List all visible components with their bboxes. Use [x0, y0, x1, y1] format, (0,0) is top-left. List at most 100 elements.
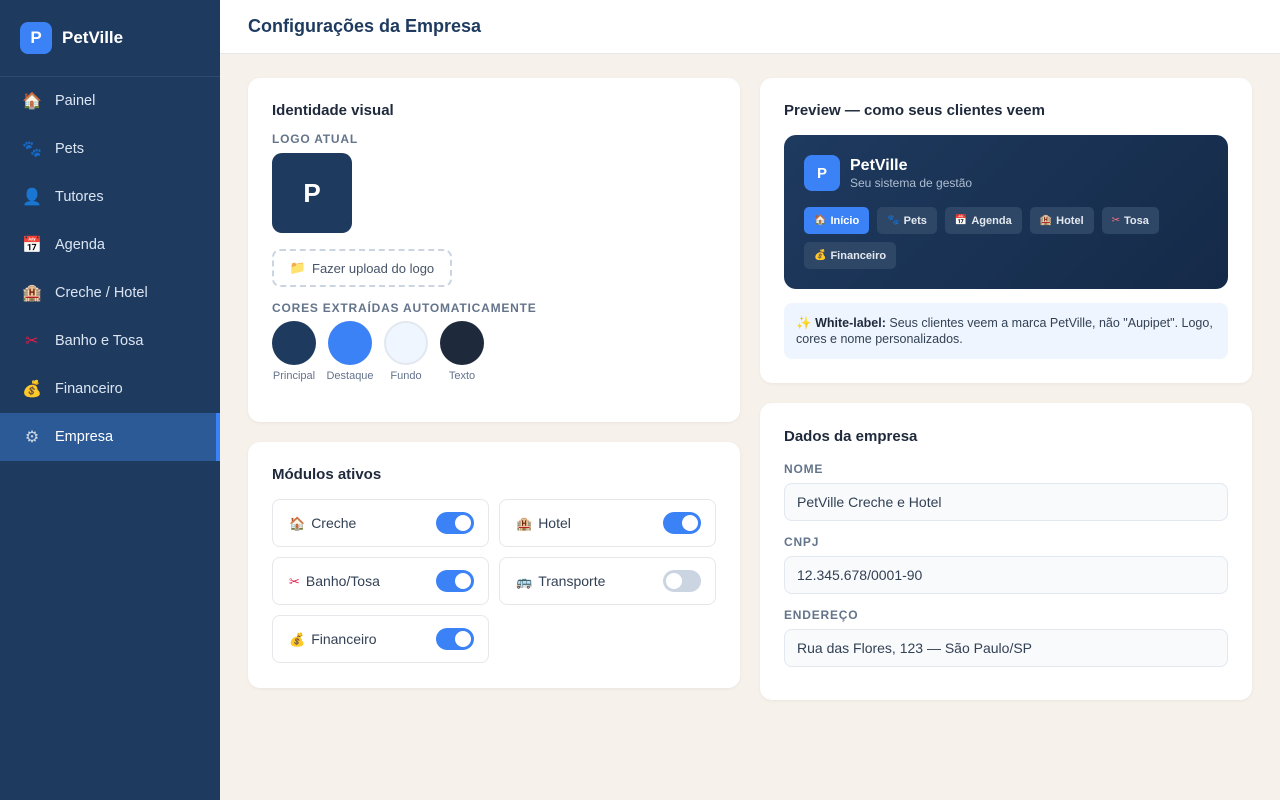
company-card: Dados da empresa NOME CNPJ ENDEREÇO	[760, 403, 1252, 700]
person-icon: 👤	[22, 189, 42, 206]
swatch-fundo[interactable]: Fundo	[384, 321, 428, 382]
preview-chip-label: Financeiro	[830, 249, 887, 262]
module-label: Creche	[311, 514, 357, 531]
swatch-label: Principal	[272, 370, 316, 382]
module-hotel-toggle[interactable]	[663, 512, 701, 534]
folder-icon: 📁	[289, 260, 307, 275]
swatch-principal[interactable]: Principal	[272, 321, 316, 382]
sidebar-item-label: Creche / Hotel	[55, 285, 148, 301]
sidebar-item-label: Financeiro	[55, 381, 123, 397]
nome-label: NOME	[784, 462, 824, 476]
preview-chip-financeiro[interactable]: 💰 Financeiro	[804, 242, 897, 269]
gear-icon: ⚙	[24, 429, 40, 446]
colors-label: CORES EXTRAÍDAS AUTOMATICAMENTE	[272, 301, 537, 315]
preview-chip-label: Pets	[903, 214, 927, 227]
preview-nav: 🏠 Início 🐾 Pets 📅 Agenda 🏨 Hotel ✂ Tosa 💰 Fina…	[804, 207, 1204, 269]
module-creche-toggle[interactable]	[436, 512, 474, 534]
brand-logo: P	[20, 22, 52, 54]
note-title: White-label:	[815, 316, 886, 330]
sidebar-item-creche-hotel[interactable]: 🏨 Creche / Hotel	[0, 269, 220, 317]
sidebar-item-banho-tosa[interactable]: ✂ Banho e Tosa	[0, 317, 220, 365]
preview-brand-name: PetVille	[850, 156, 908, 174]
money-bag-icon: 💰	[22, 381, 42, 398]
preview-chip-hotel[interactable]: 🏨 Hotel	[1029, 207, 1094, 234]
identity-title: Identidade visual	[272, 102, 394, 119]
sidebar-item-label: Empresa	[55, 429, 114, 445]
sidebar: P PetVille 🏠 Painel 🐾 Pets 👤 Tutores 📅 Agend…	[0, 0, 220, 800]
swatch-texto[interactable]: Texto	[440, 321, 484, 382]
preview-chip-label: Hotel	[1056, 214, 1084, 227]
page-header: Configurações da Empresa	[220, 0, 1280, 54]
preview-card: Preview — como seus clientes veem P PetV…	[760, 78, 1252, 383]
sidebar-item-label: Tutores	[55, 189, 104, 205]
sidebar-item-agenda[interactable]: 📅 Agenda	[0, 221, 220, 269]
preview-chip-inicio[interactable]: 🏠 Início	[804, 207, 870, 234]
sidebar-item-label: Agenda	[55, 237, 105, 253]
swatch-label: Fundo	[390, 370, 422, 382]
module-banho-tosa: ✂ Banho/Tosa	[272, 557, 489, 605]
bus-icon: 🚌	[516, 573, 533, 589]
color-swatches: Principal Destaque Fundo Texto	[272, 321, 716, 382]
calendar-icon: 📅	[22, 237, 42, 254]
money-bag-icon: 💰	[814, 250, 827, 261]
sidebar-item-empresa[interactable]: ⚙ Empresa	[0, 413, 220, 461]
swatch-destaque[interactable]: Destaque	[326, 321, 374, 382]
upload-logo-label: Fazer upload do logo	[312, 260, 435, 276]
preview-chip-tosa[interactable]: ✂ Tosa	[1101, 207, 1159, 234]
modules-title: Módulos ativos	[272, 466, 382, 483]
preview-chip-pets[interactable]: 🐾 Pets	[877, 207, 937, 234]
sidebar-item-tutores[interactable]: 👤 Tutores	[0, 173, 220, 221]
preview-chip-label: Início	[830, 214, 860, 227]
preview-box: P PetVille Seu sistema de gestão 🏠 Início…	[784, 135, 1228, 289]
hotel-icon: 🏨	[1039, 215, 1053, 226]
cnpj-field[interactable]	[784, 556, 1228, 594]
sidebar-item-financeiro[interactable]: 💰 Financeiro	[0, 365, 220, 413]
module-label: Hotel	[538, 514, 571, 531]
module-financeiro-toggle[interactable]	[436, 628, 474, 650]
swatch-label: Texto	[448, 370, 476, 382]
scissors-icon: ✂	[289, 573, 300, 589]
nome-field[interactable]	[784, 483, 1228, 521]
sidebar-item-label: Banho e Tosa	[55, 333, 144, 349]
swatch-destaque-circle	[328, 321, 372, 365]
cnpj-label: CNPJ	[784, 535, 820, 549]
swatch-principal-circle	[272, 321, 316, 365]
sidebar-item-painel[interactable]: 🏠 Painel	[0, 77, 220, 125]
swatch-texto-circle	[440, 321, 484, 365]
paw-icon: 🐾	[887, 215, 900, 226]
endereco-label: ENDEREÇO	[784, 608, 859, 622]
preview-chip-agenda[interactable]: 📅 Agenda	[944, 207, 1022, 234]
preview-title: Preview — como seus clientes veem	[784, 102, 1045, 119]
brand[interactable]: P PetVille	[0, 0, 220, 77]
endereco-field[interactable]	[784, 629, 1228, 667]
module-label: Banho/Tosa	[305, 572, 380, 589]
sidebar-item-pets[interactable]: 🐾 Pets	[0, 125, 220, 173]
sidebar-nav: 🏠 Painel 🐾 Pets 👤 Tutores 📅 Agenda 🏨 Creche /…	[0, 77, 220, 461]
page-title: Configurações da Empresa	[248, 16, 482, 36]
calendar-icon: 📅	[954, 215, 968, 226]
company-title: Dados da empresa	[784, 428, 918, 445]
module-financeiro: 💰 Financeiro	[272, 615, 489, 663]
money-bag-icon: 💰	[289, 631, 306, 647]
sidebar-item-label: Pets	[55, 141, 85, 157]
upload-logo-button[interactable]: 📁 Fazer upload do logo	[272, 249, 452, 287]
white-label-note: ✨ White-label: Seus clientes veem a marc…	[784, 303, 1228, 359]
module-banho-tosa-toggle[interactable]	[436, 570, 474, 592]
preview-chip-label: Tosa	[1124, 214, 1149, 227]
module-label: Transporte	[538, 572, 606, 589]
modules-card: Módulos ativos 🏠 Creche 🏨 Hotel ✂ Banho/Tos…	[248, 442, 740, 688]
preview-logo: P	[804, 155, 840, 191]
preview-chip-label: Agenda	[971, 214, 1012, 227]
swatch-label: Destaque	[326, 370, 374, 382]
module-transporte-toggle[interactable]	[663, 570, 701, 592]
current-logo: P	[272, 153, 352, 233]
module-creche: 🏠 Creche	[272, 499, 489, 547]
paw-icon: 🐾	[22, 141, 42, 158]
brand-name: PetVille	[62, 28, 124, 47]
house-icon: 🏠	[289, 515, 306, 531]
scissors-icon: ✂	[1111, 215, 1121, 226]
preview-brand-subtitle: Seu sistema de gestão	[850, 175, 973, 190]
module-label: Financeiro	[311, 630, 377, 647]
preview-brand: P PetVille Seu sistema de gestão	[804, 155, 1208, 191]
hotel-icon: 🏨	[516, 515, 533, 531]
